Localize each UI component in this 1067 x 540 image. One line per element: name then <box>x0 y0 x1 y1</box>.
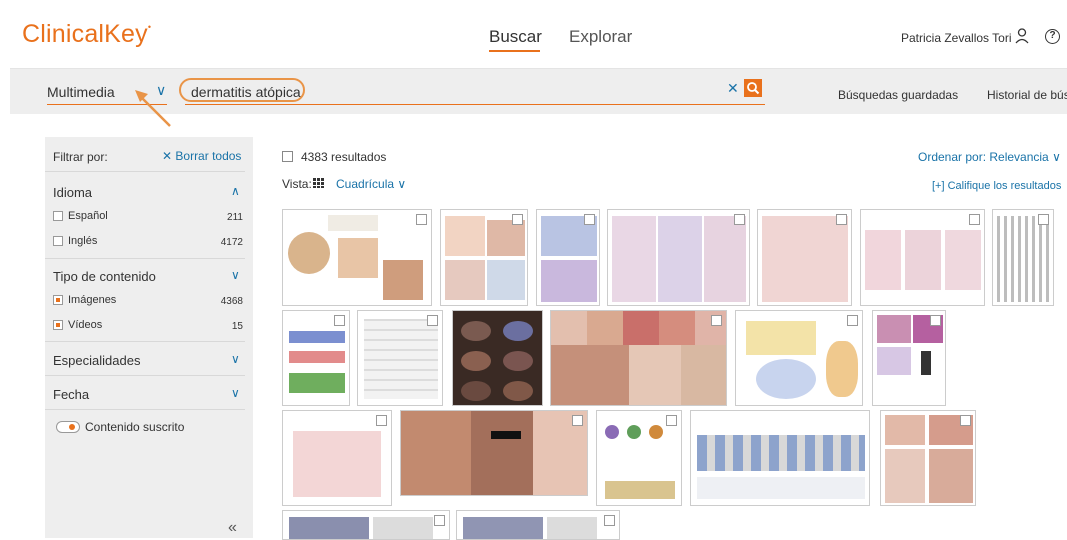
clinicalkey-logo[interactable]: ClinicalKey• <box>22 20 151 49</box>
result-thumbnail[interactable] <box>757 209 852 306</box>
select-checkbox[interactable] <box>847 315 858 326</box>
divider <box>45 171 245 172</box>
result-thumbnail[interactable] <box>282 410 392 506</box>
chevron-down-icon[interactable]: ∨ <box>231 268 240 282</box>
clear-all-filters-button[interactable]: ✕ Borrar todos <box>162 149 241 163</box>
filter-option-count: 15 <box>231 321 243 332</box>
filter-section-specialties[interactable]: Especialidades <box>53 353 140 368</box>
select-checkbox[interactable] <box>334 315 345 326</box>
filter-section-content-type[interactable]: Tipo de contenido <box>53 269 156 284</box>
search-type-dropdown[interactable]: Multimedia <box>47 84 115 100</box>
select-checkbox[interactable] <box>572 415 583 426</box>
view-mode-dropdown[interactable]: Cuadrícula ∨ <box>336 177 406 191</box>
result-thumbnail[interactable] <box>282 310 350 406</box>
select-checkbox[interactable] <box>512 214 523 225</box>
filter-option-images[interactable]: Imágenes <box>53 294 116 306</box>
result-thumbnail[interactable] <box>456 510 620 540</box>
filter-option-videos[interactable]: Vídeos <box>53 319 102 331</box>
result-thumbnail[interactable] <box>992 209 1054 306</box>
filter-by-label: Filtrar por: <box>53 150 108 164</box>
subscribed-content-toggle[interactable] <box>56 421 80 433</box>
checkbox[interactable] <box>53 236 63 246</box>
filter-option-label: Español <box>68 210 108 222</box>
chevron-up-icon[interactable]: ∧ <box>231 184 240 198</box>
results-count: 4383 resultados <box>301 150 387 164</box>
result-thumbnail[interactable] <box>690 410 870 506</box>
result-thumbnail[interactable] <box>607 209 750 306</box>
view-label: Vista: <box>282 177 312 191</box>
divider <box>45 258 245 259</box>
select-checkbox[interactable] <box>416 214 427 225</box>
filter-option-english[interactable]: Inglés <box>53 235 97 247</box>
select-checkbox[interactable] <box>1038 214 1049 225</box>
collapse-sidebar-icon[interactable]: « <box>228 519 237 537</box>
checkbox[interactable] <box>53 320 63 330</box>
user-icon[interactable] <box>1015 28 1029 44</box>
result-thumbnail[interactable] <box>357 310 443 406</box>
result-thumbnail[interactable] <box>282 209 432 306</box>
filter-option-label: Imágenes <box>68 294 117 306</box>
select-checkbox[interactable] <box>734 214 745 225</box>
saved-searches-link[interactable]: Búsquedas guardadas <box>838 88 958 102</box>
divider <box>45 409 245 410</box>
select-checkbox[interactable] <box>604 515 615 526</box>
divider <box>45 341 245 342</box>
nav-tab-explore[interactable]: Explorar <box>569 27 632 47</box>
result-thumbnail[interactable] <box>872 310 946 406</box>
select-checkbox[interactable] <box>427 315 438 326</box>
result-thumbnail[interactable] <box>596 410 682 506</box>
result-thumbnail[interactable] <box>452 310 543 406</box>
result-thumbnail[interactable] <box>440 209 528 306</box>
select-checkbox[interactable] <box>434 515 445 526</box>
nav-active-underline <box>489 50 540 52</box>
subscribed-content-label: Contenido suscrito <box>85 420 185 434</box>
search-input[interactable] <box>185 79 765 105</box>
select-checkbox[interactable] <box>584 214 595 225</box>
select-checkbox[interactable] <box>836 214 847 225</box>
checkbox[interactable] <box>53 211 63 221</box>
search-icon[interactable] <box>744 79 762 97</box>
search-underline <box>185 104 765 105</box>
chevron-down-icon[interactable]: ∨ <box>231 386 240 400</box>
filter-sidebar: Filtrar por: ✕ Borrar todos Idioma ∧ Esp… <box>45 137 253 538</box>
select-all-checkbox[interactable] <box>282 151 293 162</box>
filter-option-label: Vídeos <box>68 319 103 331</box>
result-thumbnail[interactable] <box>735 310 863 406</box>
filter-section-language[interactable]: Idioma <box>53 185 92 200</box>
help-icon[interactable]: ? <box>1045 29 1060 44</box>
select-checkbox[interactable] <box>376 415 387 426</box>
filter-section-date[interactable]: Fecha <box>53 387 89 402</box>
result-thumbnail[interactable] <box>880 410 976 506</box>
filter-option-count: 211 <box>227 212 243 223</box>
grid-icon <box>313 178 325 188</box>
clear-search-icon[interactable]: ✕ <box>727 80 739 97</box>
divider <box>45 375 245 376</box>
select-checkbox[interactable] <box>960 415 971 426</box>
sort-dropdown[interactable]: Ordenar por: Relevancia ∨ <box>918 150 1061 164</box>
select-checkbox[interactable] <box>711 315 722 326</box>
user-name[interactable]: Patricia Zevallos Tori <box>901 31 1011 45</box>
result-thumbnail[interactable] <box>860 209 985 306</box>
select-checkbox[interactable] <box>666 415 677 426</box>
top-bar: ClinicalKey• Buscar Explorar Patricia Ze… <box>0 0 1067 68</box>
rate-results-link[interactable]: [+] Califique los resultados <box>932 180 1061 192</box>
filter-option-spanish[interactable]: Español <box>53 210 108 222</box>
result-thumbnail[interactable] <box>536 209 600 306</box>
result-thumbnail[interactable] <box>400 410 588 496</box>
arrow-annotation <box>135 90 171 127</box>
search-history-link[interactable]: Historial de bús <box>987 88 1067 102</box>
checkbox[interactable] <box>53 295 63 305</box>
chevron-down-icon[interactable]: ∨ <box>231 352 240 366</box>
result-thumbnail[interactable] <box>550 310 727 406</box>
filter-option-count: 4368 <box>220 296 243 307</box>
nav-tab-search[interactable]: Buscar <box>489 27 542 47</box>
result-thumbnail[interactable] <box>282 510 450 540</box>
filter-option-label: Inglés <box>68 235 98 247</box>
filter-option-count: 4172 <box>220 237 243 248</box>
select-checkbox[interactable] <box>930 315 941 326</box>
select-checkbox[interactable] <box>969 214 980 225</box>
